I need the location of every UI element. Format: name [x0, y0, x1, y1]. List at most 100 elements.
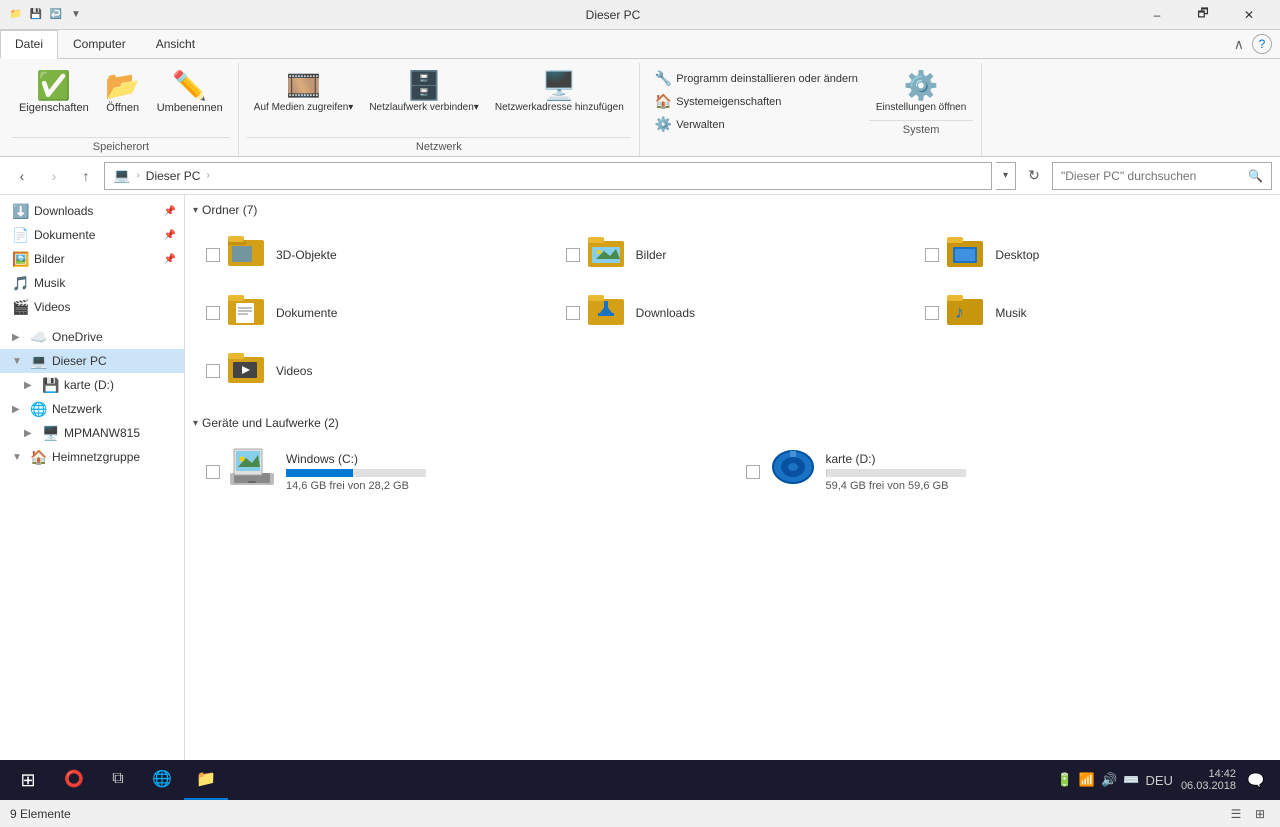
- netzwerk-group-label: Netzwerk: [247, 137, 631, 156]
- taskbar-clock[interactable]: 14:42 06.03.2018: [1181, 768, 1236, 792]
- taskbar-taskview-button[interactable]: ⧉: [96, 760, 140, 800]
- oeffnen-button[interactable]: 📂 Öffnen: [98, 67, 148, 119]
- drive-item-windows-c[interactable]: Windows (C:) 14,6 GB frei von 28,2 GB: [193, 438, 733, 506]
- folder-item-musik[interactable]: ♪ Musik: [912, 284, 1272, 342]
- refresh-button[interactable]: ↻: [1020, 162, 1048, 190]
- window-title: Dieser PC: [92, 8, 1134, 22]
- ribbon-collapse-button[interactable]: ∧: [1234, 36, 1244, 53]
- tab-computer[interactable]: Computer: [58, 30, 141, 59]
- folder-item-dokumente[interactable]: Dokumente: [193, 284, 553, 342]
- language-icon: DEU: [1145, 773, 1172, 788]
- sidebar-item-bilder[interactable]: 🖼️ Bilder 📌: [0, 247, 184, 271]
- drive-check-c[interactable]: [206, 465, 220, 479]
- umbenennen-button[interactable]: ✏️ Umbenennen: [150, 67, 230, 119]
- netzwerkadresse-button[interactable]: 🖥️ Netzwerkadresse hinzufügen: [488, 67, 631, 118]
- karte-icon: 💾: [42, 377, 58, 394]
- view-tiles-button[interactable]: ⊞: [1250, 804, 1270, 824]
- netzlaufwerk-button[interactable]: 🗄️ Netzlaufwerk verbinden▾: [362, 67, 486, 118]
- address-dropdown-button[interactable]: ▾: [996, 162, 1016, 190]
- view-details-button[interactable]: ☰: [1226, 804, 1246, 824]
- minimize-button[interactable]: –: [1134, 0, 1180, 30]
- folder-icon-3dobjekte: [228, 232, 268, 277]
- address-input[interactable]: 💻 › Dieser PC ›: [104, 162, 992, 190]
- folder-check-desktop[interactable]: [925, 248, 939, 262]
- musik-icon: 🎵: [12, 275, 28, 292]
- taskbar-search-button[interactable]: ⭕: [52, 760, 96, 800]
- systemeigenschaften-button[interactable]: 🏠 Systemeigenschaften: [648, 90, 865, 113]
- drive-item-karte-d[interactable]: karte (D:) 59,4 GB frei von 59,6 GB: [733, 438, 1273, 506]
- up-button[interactable]: ↑: [72, 162, 100, 190]
- verwalten-button[interactable]: ⚙️ Verwalten: [648, 113, 865, 136]
- close-button[interactable]: ✕: [1226, 0, 1272, 30]
- einstellungen-button[interactable]: ⚙️ Einstellungen öffnen: [869, 67, 973, 118]
- sidebar-netzwerk-label: Netzwerk: [52, 402, 176, 416]
- mpmanw815-icon: 🖥️: [42, 425, 58, 442]
- videos-icon: 🎬: [12, 299, 28, 316]
- folder-check-downloads[interactable]: [566, 306, 580, 320]
- folder-name-bilder: Bilder: [636, 248, 667, 262]
- folder-check-musik[interactable]: [925, 306, 939, 320]
- undo-icon[interactable]: ↩️: [48, 7, 64, 23]
- title-bar: 📁 💾 ↩️ ▼ Dieser PC – 🗗 ✕: [0, 0, 1280, 30]
- folder-name-videos: Videos: [276, 364, 312, 378]
- dokumente-icon: 📄: [12, 227, 28, 244]
- wifi-icon: 📶: [1079, 772, 1095, 788]
- sidebar-item-downloads[interactable]: ⬇️ Downloads 📌: [0, 199, 184, 223]
- netzwerk-icon: 🌐: [30, 401, 46, 418]
- sidebar-item-onedrive[interactable]: ▶ ☁️ OneDrive: [0, 325, 184, 349]
- sidebar-item-mpmanw815[interactable]: ▶ 🖥️ MPMANW815: [0, 421, 184, 445]
- main-layout: ⬇️ Downloads 📌 📄 Dokumente 📌 🖼️ Bilder 📌…: [0, 195, 1280, 799]
- back-button[interactable]: ‹: [8, 162, 36, 190]
- taskbar-explorer-button[interactable]: 📁: [184, 760, 228, 800]
- umbenennen-icon: ✏️: [172, 72, 207, 100]
- forward-button[interactable]: ›: [40, 162, 68, 190]
- drives-section-header[interactable]: ▾ Geräte und Laufwerke (2): [193, 416, 1272, 430]
- tab-ansicht[interactable]: Ansicht: [141, 30, 210, 59]
- windows-c-name: Windows (C:): [286, 452, 426, 466]
- folder-check-bilder[interactable]: [566, 248, 580, 262]
- sidebar-item-netzwerk[interactable]: ▶ 🌐 Netzwerk: [0, 397, 184, 421]
- breadcrumb-thispc: Dieser PC: [146, 169, 201, 183]
- sidebar-item-dieserpc[interactable]: ▼ 💻 Dieser PC: [0, 349, 184, 373]
- search-input[interactable]: [1061, 169, 1244, 183]
- folder-item-videos[interactable]: Videos: [193, 342, 553, 400]
- folders-section-label: Ordner (7): [202, 203, 257, 217]
- folder-check-videos[interactable]: [206, 364, 220, 378]
- maximize-button[interactable]: 🗗: [1180, 0, 1226, 30]
- tab-datei[interactable]: Datei: [0, 30, 58, 59]
- eigenschaften-button[interactable]: ✅ Eigenschaften: [12, 67, 96, 119]
- quick-access-arrow[interactable]: ▼: [68, 7, 84, 23]
- folder-check-3dobjekte[interactable]: [206, 248, 220, 262]
- sidebar-item-videos[interactable]: 🎬 Videos: [0, 295, 184, 319]
- save-icon[interactable]: 💾: [28, 7, 44, 23]
- folder-item-desktop[interactable]: Desktop: [912, 225, 1272, 284]
- karte-d-space: 59,4 GB frei von 59,6 GB: [826, 480, 966, 492]
- folder-item-downloads[interactable]: Downloads: [553, 284, 913, 342]
- taskbar-edge-button[interactable]: 🌐: [140, 760, 184, 800]
- sidebar-downloads-label: Downloads: [34, 204, 156, 218]
- sidebar-item-heimnetzgruppe[interactable]: ▼ 🏠 Heimnetzgruppe: [0, 445, 184, 469]
- notification-button[interactable]: 🗨️: [1244, 760, 1268, 800]
- ribbon-help-button[interactable]: ?: [1252, 34, 1272, 54]
- folder-item-3dobjekte[interactable]: 3D-Objekte: [193, 225, 553, 284]
- pin-icon-dok: 📌: [164, 230, 176, 241]
- systemeigenschaften-icon: 🏠: [655, 93, 672, 110]
- folder-check-dokumente[interactable]: [206, 306, 220, 320]
- heimnetzgruppe-expand: ▼: [12, 452, 24, 463]
- sidebar-item-dokumente[interactable]: 📄 Dokumente 📌: [0, 223, 184, 247]
- ribbon-content: ✅ Eigenschaften 📂 Öffnen ✏️ Umbenennen S…: [0, 59, 1280, 156]
- drive-check-d[interactable]: [746, 465, 760, 479]
- netzwerk-expand: ▶: [12, 404, 24, 415]
- deinstallieren-button[interactable]: 🔧 Programm deinstallieren oder ändern: [648, 67, 865, 90]
- systemeigenschaften-label: Systemeigenschaften: [676, 96, 781, 108]
- search-box[interactable]: 🔍: [1052, 162, 1272, 190]
- sidebar-item-karte[interactable]: ▶ 💾 karte (D:): [0, 373, 184, 397]
- folders-section-header[interactable]: ▾ Ordner (7): [193, 203, 1272, 217]
- folder-item-bilder[interactable]: Bilder: [553, 225, 913, 284]
- start-button[interactable]: ⊞: [4, 760, 52, 800]
- sidebar-item-musik[interactable]: 🎵 Musik: [0, 271, 184, 295]
- battery-icon: 🔋: [1057, 772, 1073, 788]
- medien-button[interactable]: 🎞️ Auf Medien zugreifen▾: [247, 67, 361, 118]
- folder-name-musik: Musik: [995, 306, 1026, 320]
- drives-chevron: ▾: [193, 418, 198, 429]
